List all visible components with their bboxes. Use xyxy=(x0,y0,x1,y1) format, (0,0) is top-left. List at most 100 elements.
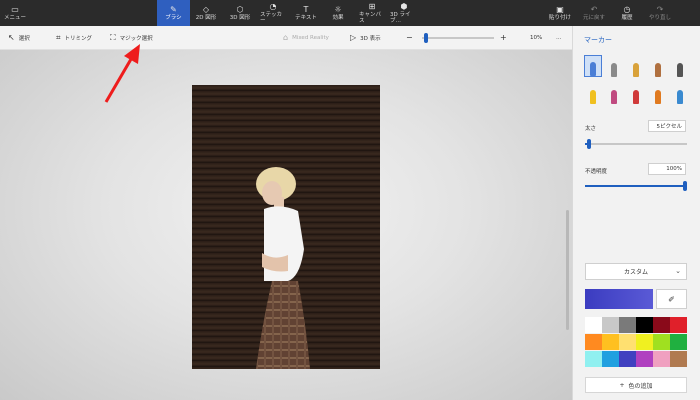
tab-stickers[interactable]: ◔ ステッカー xyxy=(260,0,286,26)
paste-icon: ▣ xyxy=(556,5,564,14)
text-icon: T xyxy=(303,5,309,14)
brush-crayon[interactable] xyxy=(627,82,645,104)
tab-effects[interactable]: ☼ 効果 xyxy=(328,0,348,26)
add-color-label: 色の追加 xyxy=(628,382,653,390)
tab-canvas[interactable]: ⊞ キャンバス xyxy=(359,0,385,26)
color-swatch[interactable] xyxy=(602,334,619,350)
tab-brush-label: ブラシ xyxy=(165,15,182,21)
calligraphy-pen-icon xyxy=(611,63,617,77)
redo-label: やり直し xyxy=(648,15,671,21)
oil-brush-icon xyxy=(633,63,639,77)
thickness-slider-track xyxy=(585,143,687,145)
brush-marker[interactable] xyxy=(584,55,602,77)
color-swatch[interactable] xyxy=(585,351,602,367)
tab-effects-label: 効果 xyxy=(332,15,344,21)
zoom-slider-thumb[interactable] xyxy=(424,33,429,43)
color-swatch[interactable] xyxy=(602,351,619,367)
color-swatch[interactable] xyxy=(653,334,670,350)
fill-bucket-icon xyxy=(677,90,683,104)
select-label: 選択 xyxy=(18,35,30,42)
view-3d-icon: ▷ xyxy=(350,33,357,42)
tab-brush[interactable]: ✎ ブラシ xyxy=(157,0,190,26)
brush-watercolor[interactable] xyxy=(649,55,667,77)
zoom-slider[interactable] xyxy=(422,26,494,49)
color-swatch[interactable] xyxy=(670,351,687,367)
opacity-label: 不透明度 xyxy=(585,169,608,175)
top-toolbar: ▭ メニュー ✎ ブラシ ◇ 2D 図形 ⬡ 3D 図形 ◔ ステッカー T テ… xyxy=(0,0,700,26)
tab-3d-shapes-label: 3D 図形 xyxy=(229,15,251,21)
thickness-slider[interactable] xyxy=(585,138,687,150)
color-swatch[interactable] xyxy=(670,317,687,333)
color-swatch[interactable] xyxy=(585,334,602,350)
color-swatch[interactable] xyxy=(653,351,670,367)
brush-pixel-pen[interactable] xyxy=(671,55,689,77)
panel-title: マーカー xyxy=(584,36,612,44)
eyedropper-button[interactable]: ✐ xyxy=(656,289,687,309)
thickness-slider-thumb[interactable] xyxy=(586,139,591,149)
tab-3d-library[interactable]: ⬢ 3D ライブ… xyxy=(390,0,418,26)
tab-2d-shapes[interactable]: ◇ 2D 図形 xyxy=(194,0,218,26)
color-swatch[interactable] xyxy=(619,351,636,367)
vertical-scrollbar[interactable] xyxy=(566,210,569,330)
brush-spray-can[interactable] xyxy=(649,82,667,104)
zoom-in-button[interactable]: + xyxy=(500,26,507,49)
more-options-button[interactable]: … xyxy=(556,26,562,49)
color-swatch[interactable] xyxy=(670,334,687,350)
view-3d-button[interactable]: ▷ 3D 表示 xyxy=(350,26,381,49)
eyedropper-icon: ✐ xyxy=(668,294,675,304)
history-label: 履歴 xyxy=(621,15,633,21)
current-color-swatch[interactable] xyxy=(585,289,653,309)
zoom-out-button[interactable]: − xyxy=(406,26,413,49)
sticker-icon: ◔ xyxy=(269,2,277,11)
tab-3d-library-label: 3D ライブ… xyxy=(390,12,411,24)
opacity-input[interactable]: 100% xyxy=(648,163,686,175)
color-swatch[interactable] xyxy=(636,317,653,333)
redo-button[interactable]: ↷ やり直し xyxy=(648,0,672,26)
history-button[interactable]: ◷ 履歴 xyxy=(618,0,636,26)
brush-calligraphy-pen[interactable] xyxy=(605,55,623,77)
color-swatch[interactable] xyxy=(636,334,653,350)
color-swatch[interactable] xyxy=(619,317,636,333)
opacity-slider-thumb[interactable] xyxy=(683,181,687,191)
color-swatch[interactable] xyxy=(636,351,653,367)
menu-button[interactable]: ▭ メニュー xyxy=(4,0,26,26)
red-arrow-annotation xyxy=(104,44,140,103)
crop-icon: ⌗ xyxy=(56,32,61,42)
paste-button[interactable]: ▣ 貼り付け xyxy=(548,0,572,26)
tab-2d-shapes-label: 2D 図形 xyxy=(195,15,217,21)
color-swatch[interactable] xyxy=(653,317,670,333)
thickness-input[interactable]: 5ピクセル xyxy=(648,120,686,132)
plus-icon: + xyxy=(619,381,625,389)
opacity-slider[interactable] xyxy=(585,180,687,192)
brush-oil[interactable] xyxy=(627,55,645,77)
sun-icon: ☼ xyxy=(334,5,342,14)
crop-button[interactable]: ⌗ トリミング xyxy=(56,26,92,49)
spray-can-icon xyxy=(655,90,661,104)
mixed-reality-button[interactable]: ⌂ Mixed Reality xyxy=(283,26,329,49)
tab-canvas-label: キャンバス xyxy=(359,12,382,24)
shapes-icon: ◇ xyxy=(202,5,210,14)
undo-button[interactable]: ↶ 元に戻す xyxy=(582,0,606,26)
select-button[interactable]: ↖ 選択 xyxy=(8,26,30,49)
mixed-reality-icon: ⌂ xyxy=(283,33,289,42)
brush-fill[interactable] xyxy=(671,82,689,104)
color-swatch[interactable] xyxy=(619,334,636,350)
brush-pencil[interactable] xyxy=(584,82,602,104)
cursor-icon: ↖ xyxy=(8,33,15,42)
add-color-button[interactable]: + 色の追加 xyxy=(585,377,687,393)
color-mode-value: カスタム xyxy=(623,269,648,276)
color-swatch[interactable] xyxy=(585,317,602,333)
color-mode-dropdown[interactable]: カスタム ⌄ xyxy=(585,263,687,280)
history-icon: ◷ xyxy=(623,5,631,14)
zoom-level[interactable]: 10% xyxy=(530,26,542,49)
watercolor-brush-icon xyxy=(655,63,661,77)
library-icon: ⬢ xyxy=(400,2,408,11)
canvas-photo[interactable] xyxy=(192,85,380,369)
canvas-icon: ⊞ xyxy=(368,2,376,11)
tab-text[interactable]: T テキスト xyxy=(295,0,317,26)
tab-3d-shapes[interactable]: ⬡ 3D 図形 xyxy=(228,0,252,26)
minus-icon: − xyxy=(406,33,413,42)
color-swatch[interactable] xyxy=(602,317,619,333)
brush-eraser[interactable] xyxy=(605,82,623,104)
crop-label: トリミング xyxy=(64,35,93,42)
